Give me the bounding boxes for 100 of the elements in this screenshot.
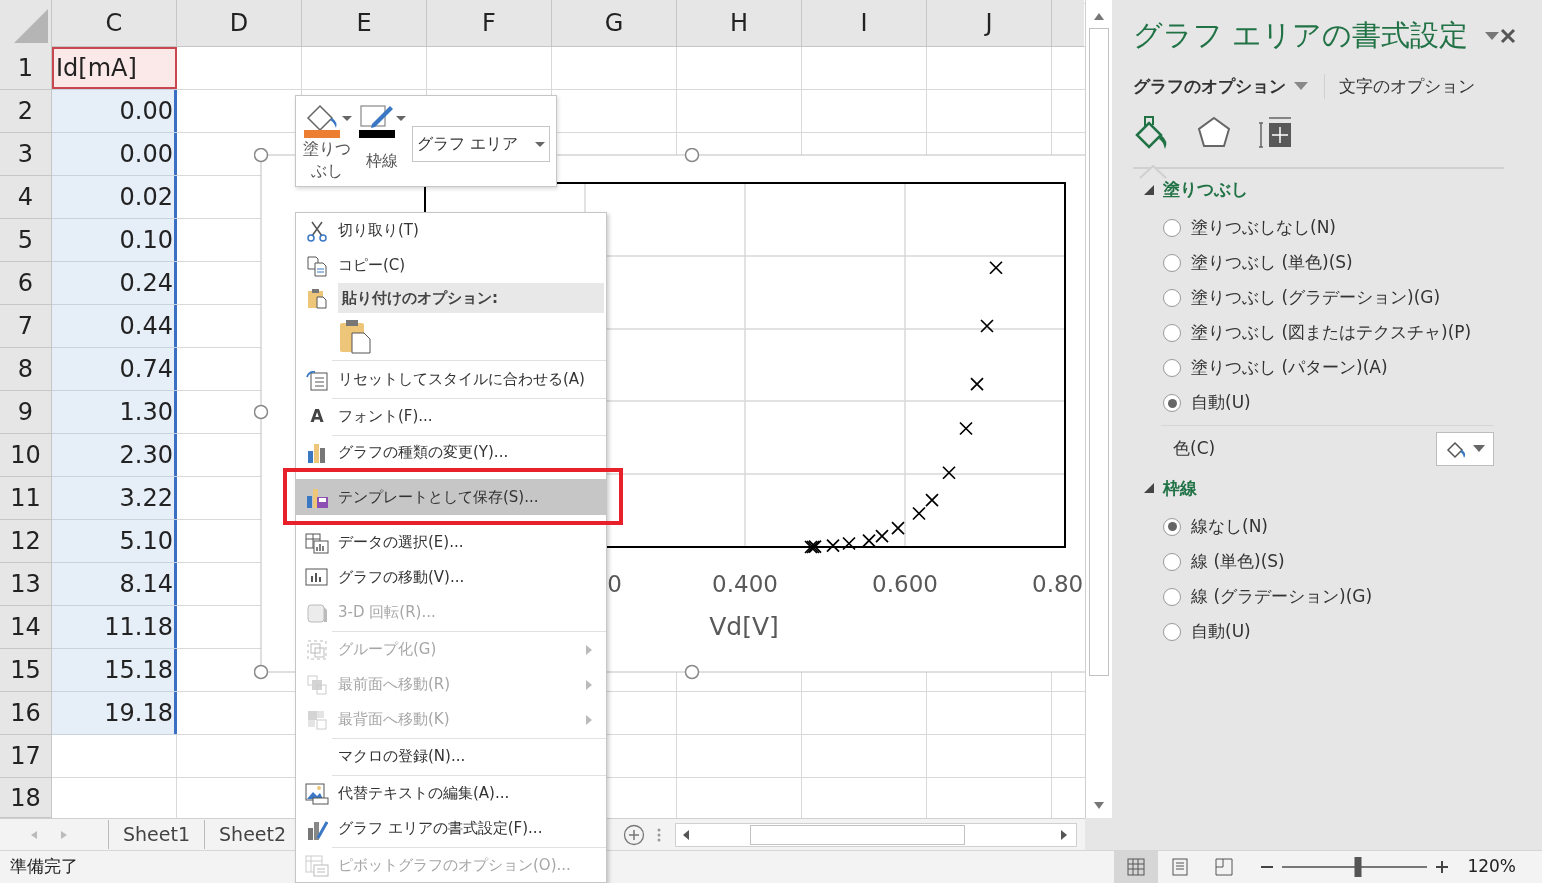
radio-option[interactable]: 線 (単色)(S) bbox=[1163, 544, 1524, 579]
resize-handle[interactable] bbox=[254, 148, 269, 163]
menu-item[interactable]: データの選択(E)... bbox=[296, 525, 606, 560]
radio-button[interactable] bbox=[1163, 219, 1181, 237]
table-cell: 0.44 bbox=[52, 305, 177, 348]
caret-icon bbox=[342, 116, 352, 121]
bar-chart-icon bbox=[306, 441, 328, 463]
zoom-level[interactable]: 120% bbox=[1467, 854, 1516, 880]
column-header[interactable]: D bbox=[177, 0, 302, 47]
table-cell: 2.30 bbox=[52, 434, 177, 477]
font-letter-icon: A bbox=[310, 403, 324, 430]
radio-button[interactable] bbox=[1163, 587, 1181, 606]
group-icon bbox=[306, 638, 328, 661]
table-cell: 19.18 bbox=[52, 692, 177, 735]
radio-option[interactable]: 塗りつぶし (図またはテクスチャ)(P) bbox=[1163, 315, 1524, 351]
table-cell: 11.18 bbox=[52, 606, 177, 649]
grid-icon bbox=[1126, 857, 1147, 877]
resize-handle[interactable] bbox=[684, 664, 700, 680]
radio-option[interactable]: 塗りつぶしなし(N) bbox=[1163, 210, 1524, 246]
dropdown-caret-icon[interactable] bbox=[1484, 30, 1500, 41]
submenu-arrow-icon bbox=[585, 678, 593, 691]
chart-element-dropdown[interactable]: グラフ エリア bbox=[412, 126, 550, 162]
data-table-icon bbox=[305, 531, 329, 554]
reset-list-icon bbox=[305, 368, 329, 391]
table-cell: 5.10 bbox=[52, 520, 177, 563]
collapse-triangle-icon bbox=[1143, 482, 1155, 495]
column-header[interactable]: I bbox=[802, 0, 927, 47]
table-cell: 0.00 bbox=[52, 133, 177, 176]
clipboard-icon bbox=[306, 287, 328, 309]
radio-option[interactable]: 線 (グラデーション)(G) bbox=[1163, 579, 1524, 614]
radio-button[interactable] bbox=[1163, 394, 1181, 412]
options-tab[interactable]: 文字のオプション bbox=[1324, 73, 1475, 99]
section-header[interactable]: 枠線 bbox=[1133, 475, 1197, 501]
zoom-in-button[interactable] bbox=[1435, 860, 1450, 874]
close-icon[interactable] bbox=[1499, 26, 1516, 45]
resize-handle[interactable] bbox=[254, 664, 269, 680]
chart-window-icon bbox=[305, 566, 329, 589]
menu-item[interactable]: コピー(C) bbox=[296, 248, 606, 283]
menu-item[interactable]: リセットしてスタイルに合わせる(A) bbox=[296, 362, 606, 397]
color-picker-button[interactable] bbox=[1436, 431, 1494, 466]
resize-handle[interactable] bbox=[684, 148, 700, 163]
section-header[interactable]: 塗りつぶし bbox=[1133, 177, 1248, 203]
scrollbar-thumb[interactable] bbox=[750, 824, 966, 845]
table-cell: 1.30 bbox=[52, 391, 177, 434]
radio-button[interactable] bbox=[1163, 289, 1181, 307]
add-sheet-button[interactable] bbox=[623, 823, 646, 846]
menu-item[interactable]: マクロの登録(N)... bbox=[296, 739, 606, 774]
radio-button[interactable] bbox=[1163, 517, 1181, 536]
paste-button[interactable] bbox=[338, 318, 374, 354]
table-cell: 0.10 bbox=[52, 219, 177, 262]
options-tab[interactable]: グラフのオプション bbox=[1133, 73, 1308, 99]
radio-button[interactable] bbox=[1163, 254, 1181, 272]
column-header[interactable]: J bbox=[927, 0, 1052, 47]
column-header[interactable]: E bbox=[302, 0, 427, 47]
drag-handle-icon[interactable] bbox=[657, 827, 662, 842]
radio-button[interactable] bbox=[1163, 359, 1181, 377]
table-cell: 15.18 bbox=[52, 649, 177, 692]
radio-option[interactable]: 塗りつぶし (グラデーション)(G) bbox=[1163, 280, 1524, 316]
radio-option[interactable]: 自動(U) bbox=[1163, 614, 1524, 649]
axis-tick-label: 0.600 bbox=[872, 571, 938, 597]
radio-button[interactable] bbox=[1163, 324, 1181, 342]
table-cell: 8.14 bbox=[52, 563, 177, 606]
send-backward-icon bbox=[306, 708, 328, 731]
fill-button[interactable]: 塗りつぶし bbox=[302, 100, 352, 182]
page-break-icon bbox=[1214, 857, 1235, 877]
menu-item[interactable]: グラフの種類の変更(Y)... bbox=[296, 436, 606, 468]
caret-icon bbox=[1294, 82, 1308, 91]
radio-option[interactable]: 塗りつぶし (単色)(S) bbox=[1163, 245, 1524, 281]
row-header[interactable]: 17 bbox=[0, 735, 52, 778]
table-cell: 3.22 bbox=[52, 477, 177, 520]
outline-button[interactable]: 枠線 bbox=[358, 100, 406, 172]
radio-option[interactable]: 自動(U) bbox=[1163, 385, 1524, 421]
column-header[interactable]: G bbox=[552, 0, 677, 47]
image-text-icon bbox=[305, 782, 329, 805]
caret-icon bbox=[1473, 445, 1485, 452]
bring-forward-icon bbox=[306, 673, 328, 696]
resize-handle[interactable] bbox=[254, 404, 269, 420]
pane-title: グラフ エリアの書式設定 bbox=[1133, 17, 1469, 54]
column-header[interactable]: F bbox=[427, 0, 552, 47]
radio-option[interactable]: 線なし(N) bbox=[1163, 509, 1524, 544]
scissors-icon bbox=[306, 219, 328, 242]
page-icon bbox=[1170, 857, 1191, 877]
radio-button[interactable] bbox=[1163, 622, 1181, 641]
sheet-tab[interactable]: Sheet1 bbox=[109, 820, 206, 849]
menu-item[interactable]: グラフの移動(V)... bbox=[296, 560, 606, 595]
menu-item[interactable]: 代替テキストの編集(A)... bbox=[296, 776, 606, 811]
caret-icon bbox=[535, 141, 545, 147]
menu-item[interactable]: 切り取り(T) bbox=[296, 213, 606, 248]
radio-button[interactable] bbox=[1163, 552, 1181, 571]
table-cell: 0.74 bbox=[52, 348, 177, 391]
menu-item[interactable]: テンプレートとして保存(S)... bbox=[296, 479, 606, 515]
chart-save-icon bbox=[305, 486, 329, 508]
menu-item[interactable]: A フォント(F)... bbox=[296, 399, 606, 434]
view-button[interactable] bbox=[1114, 851, 1159, 883]
pivot-table-icon bbox=[305, 854, 329, 877]
scrollbar-thumb[interactable] bbox=[1089, 28, 1109, 676]
radio-option[interactable]: 塗りつぶし (パターン)(A) bbox=[1163, 350, 1524, 386]
column-header[interactable]: H bbox=[677, 0, 802, 47]
color-label: 色(C) bbox=[1173, 436, 1216, 460]
axis-title: Vd[V] bbox=[709, 612, 779, 641]
